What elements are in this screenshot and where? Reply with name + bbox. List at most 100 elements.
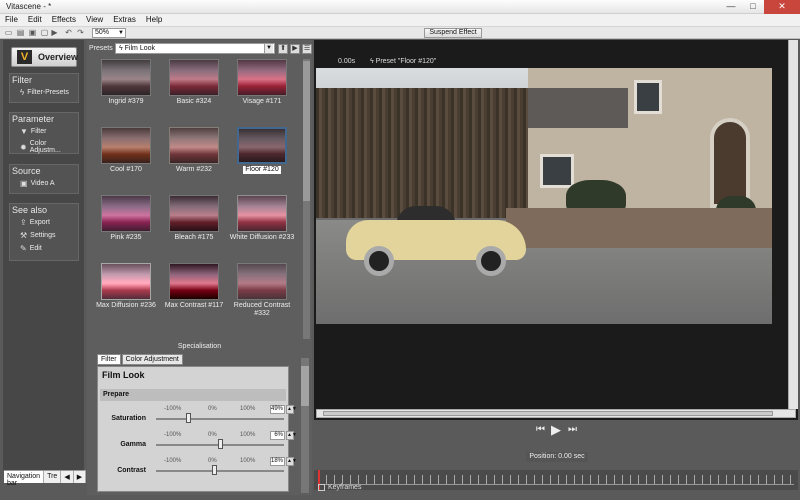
timeline[interactable] — [314, 470, 798, 490]
preset-item[interactable]: Pink #235 — [93, 195, 159, 259]
play-icon[interactable]: ▶ — [290, 44, 300, 54]
preset-caption: Basic #324 — [176, 98, 212, 105]
timeline-ruler — [318, 475, 794, 485]
tab-scroll-left[interactable]: ◀ — [61, 471, 74, 483]
section-title: Filter — [12, 75, 32, 85]
preset-item-selected[interactable]: Floor #120 — [229, 127, 295, 191]
redo-icon[interactable]: ↷ — [76, 28, 85, 37]
nav-item-color-adjustment[interactable]: ✹ Color Adjustm... — [10, 138, 78, 156]
menu-edit[interactable]: Edit — [23, 14, 47, 26]
nav-item-label: Filter — [30, 128, 47, 135]
tab-scroll-right[interactable]: ▶ — [74, 471, 87, 483]
param-slider-track[interactable] — [156, 418, 284, 420]
preview-image — [316, 68, 772, 324]
param-spinner[interactable]: ▲▼ — [286, 431, 297, 440]
param-label: Contrast — [117, 467, 146, 474]
param-value-field[interactable]: 18% — [270, 457, 285, 466]
tab-tree[interactable]: Tre — [44, 471, 62, 483]
play-icon[interactable]: ▶ — [50, 28, 59, 37]
overview-button[interactable]: V Overview — [11, 47, 79, 67]
nav-item-video-a[interactable]: ▣ Video A — [10, 177, 78, 190]
param-value-field[interactable]: 6% — [270, 431, 285, 440]
preview-vertical-scrollbar[interactable] — [788, 40, 798, 409]
scale-max: 100% — [240, 458, 256, 464]
close-button[interactable]: ✕ — [764, 0, 800, 14]
edit-icon: ✎ — [20, 244, 27, 253]
keyframes-toggle[interactable]: Keyframes — [318, 484, 361, 491]
tab-navigation-bar[interactable]: Navigation bar — [4, 471, 45, 487]
maximize-button[interactable]: □ — [742, 0, 764, 14]
preset-thumbnail — [169, 127, 219, 164]
param-spinner[interactable]: ▲▼ — [286, 457, 297, 466]
param-slider-track[interactable] — [156, 470, 284, 472]
skip-forward-icon[interactable]: ⏭ — [568, 424, 577, 435]
zoom-select[interactable]: 50% ▼ — [92, 28, 126, 38]
overview-label: Overview — [38, 52, 79, 62]
scrollbar-thumb[interactable] — [323, 411, 773, 416]
list-view-icon[interactable]: ☰ — [302, 44, 312, 54]
menu-extras[interactable]: Extras — [108, 14, 141, 26]
preview-horizontal-scrollbar[interactable] — [316, 409, 796, 418]
nav-item-label: Video A — [30, 180, 55, 187]
param-slider-knob[interactable] — [186, 413, 191, 423]
tab-filter[interactable]: Filter — [97, 354, 121, 365]
param-label: Gamma — [120, 441, 146, 448]
undo-icon[interactable]: ↶ — [64, 28, 73, 37]
save-icon[interactable]: ▣ — [28, 28, 37, 37]
preset-item[interactable]: Warm #232 — [161, 127, 227, 191]
menu-effects[interactable]: Effects — [47, 14, 81, 26]
param-slider-knob[interactable] — [218, 439, 223, 449]
menu-view[interactable]: View — [81, 14, 108, 26]
preset-caption: Max Contrast #117 — [164, 302, 224, 309]
param-slider-knob[interactable] — [211, 465, 217, 475]
nav-item-filter-presets[interactable]: ϟ Filter-Presets — [10, 86, 78, 99]
preset-item[interactable]: Bleach #175 — [161, 195, 227, 259]
preset-caption: Visage #171 — [242, 98, 282, 105]
preset-category-select[interactable]: ϟ Film Look ▼ — [115, 43, 275, 54]
scale-min: -100% — [164, 406, 182, 412]
nav-section-filter: Filter ϟ Filter-Presets — [9, 73, 79, 103]
preset-caption: Floor #120 — [243, 166, 281, 174]
prepare-section[interactable]: Prepare — [100, 389, 286, 401]
nav-item-settings[interactable]: ⚒ Settings — [10, 229, 78, 242]
play-icon[interactable]: ▶ — [551, 422, 561, 438]
preset-caption: Pink #235 — [110, 234, 142, 241]
preview-time: 0.00s — [338, 58, 356, 65]
preset-item[interactable]: Ingrid #379 — [93, 59, 159, 123]
nav-item-export[interactable]: ⇪ Export — [10, 216, 78, 229]
frame-icon[interactable]: ▢ — [40, 28, 49, 37]
new-icon[interactable]: ▭ — [4, 28, 13, 37]
scrollbar-thumb[interactable] — [303, 61, 310, 201]
menu-help[interactable]: Help — [141, 14, 167, 26]
keyframes-checkbox[interactable] — [318, 484, 325, 491]
preset-item[interactable]: Reduced Contrast #332 — [229, 263, 295, 327]
tab-color-adjustment[interactable]: Color Adjustment — [121, 354, 183, 365]
scrollbar-thumb[interactable] — [301, 366, 309, 406]
suspend-effect-button[interactable]: Suspend Effect — [424, 28, 482, 38]
preset-thumbnail — [237, 59, 287, 96]
nav-item-filter[interactable]: ▼ Filter — [10, 125, 78, 138]
presets-scrollbar[interactable] — [303, 59, 310, 339]
preset-caption: White Diffusion #233 — [229, 234, 295, 241]
param-spinner[interactable]: ▲▼ — [286, 405, 297, 414]
arrow-up-icon[interactable]: ⬆ — [278, 44, 288, 54]
filter-scrollbar[interactable] — [301, 358, 309, 493]
menu-file[interactable]: File — [0, 14, 23, 26]
scale-max: 100% — [240, 432, 256, 438]
open-icon[interactable]: ▤ — [16, 28, 25, 37]
preset-item[interactable]: Cool #170 — [93, 127, 159, 191]
window-title: Vitascene - * — [6, 2, 52, 11]
preset-item[interactable]: Max Diffusion #236 — [93, 263, 159, 327]
param-value-field[interactable]: 49% — [270, 405, 285, 414]
nav-tabs: Navigation bar Tre ◀ ▶ — [4, 470, 87, 487]
skip-back-icon[interactable]: ⏮ — [536, 424, 545, 435]
chevron-down-icon: ▼ — [118, 30, 124, 36]
preset-item[interactable]: White Diffusion #233 — [229, 195, 295, 259]
preset-item[interactable]: Max Contrast #117 — [161, 263, 227, 327]
preset-item[interactable]: Visage #171 — [229, 59, 295, 123]
nav-item-edit[interactable]: ✎ Edit — [10, 242, 78, 255]
minimize-button[interactable]: — — [720, 0, 742, 14]
position-readout: Position: 0.00 sec — [526, 452, 588, 462]
preset-caption: Warm #232 — [176, 166, 212, 173]
preset-item[interactable]: Basic #324 — [161, 59, 227, 123]
